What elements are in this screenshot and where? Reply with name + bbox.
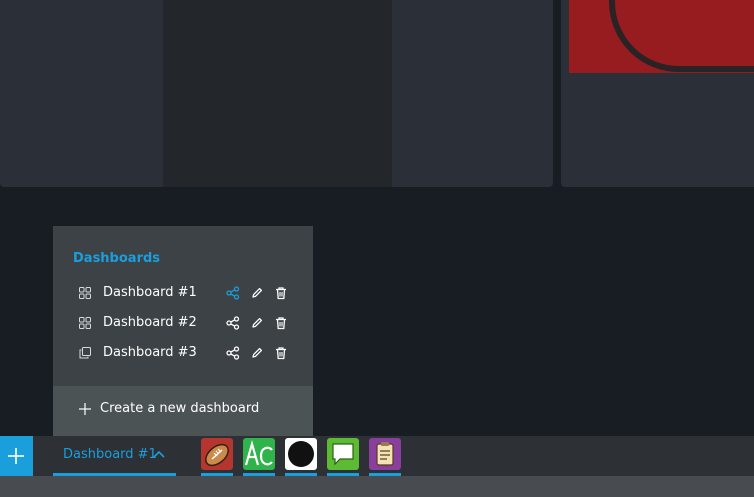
share-icon[interactable] — [226, 346, 240, 360]
create-dashboard-label: Create a new dashboard — [100, 401, 260, 416]
app-launcher-text[interactable] — [243, 438, 275, 476]
menu-title: Dashboards — [73, 251, 161, 266]
dashboard-tile — [392, 0, 553, 187]
chevron-up-icon — [153, 450, 165, 458]
app-launcher-chat[interactable] — [327, 438, 359, 476]
dashboard-item-2[interactable]: Dashboard #2 — [53, 309, 313, 339]
trash-icon[interactable] — [274, 316, 288, 330]
share-icon[interactable] — [226, 286, 240, 300]
dashboard-item-label: Dashboard #1 — [103, 285, 197, 300]
app-launcher-football[interactable] — [201, 438, 233, 476]
dashboard-tile — [561, 0, 754, 187]
trash-icon[interactable] — [274, 346, 288, 360]
dashboard-tile — [0, 0, 163, 187]
edit-icon[interactable] — [250, 286, 264, 300]
dashboard-item-3[interactable]: Dashboard #3 — [53, 339, 313, 369]
dashboard-item-1[interactable]: Dashboard #1 — [53, 279, 313, 309]
dashboard-switcher-tab[interactable]: Dashboard #1 — [53, 436, 176, 476]
dark-circle-app-icon — [285, 438, 317, 470]
add-button[interactable] — [0, 436, 33, 476]
dashboard-item-label: Dashboard #3 — [103, 345, 197, 360]
chat-app-icon — [327, 438, 359, 470]
dashboards-menu: Dashboards Dashboard #1 Dashboard #2 Das… — [53, 226, 313, 436]
create-dashboard-button[interactable]: Create a new dashboard — [53, 386, 313, 436]
clipboard-app-icon — [369, 438, 401, 470]
copy-icon — [79, 347, 91, 359]
share-icon[interactable] — [226, 316, 240, 330]
active-dashboard-label: Dashboard #1 — [63, 447, 157, 462]
dashboard-tile — [163, 0, 392, 187]
dashboard-item-label: Dashboard #2 — [103, 315, 197, 330]
text-ac-app-icon — [243, 438, 275, 470]
plus-icon — [8, 448, 24, 464]
football-app-icon — [201, 438, 233, 470]
app-launcher-circle[interactable] — [285, 438, 317, 476]
taskbar: Dashboard #1 — [0, 436, 754, 476]
edit-icon[interactable] — [250, 316, 264, 330]
plus-icon — [79, 403, 91, 415]
edit-icon[interactable] — [250, 346, 264, 360]
grid-icon — [79, 317, 91, 329]
widget-image — [569, 0, 754, 73]
trash-icon[interactable] — [274, 286, 288, 300]
bottom-status-strip — [0, 476, 754, 497]
grid-icon — [79, 287, 91, 299]
app-launcher-clipboard[interactable] — [369, 438, 401, 476]
